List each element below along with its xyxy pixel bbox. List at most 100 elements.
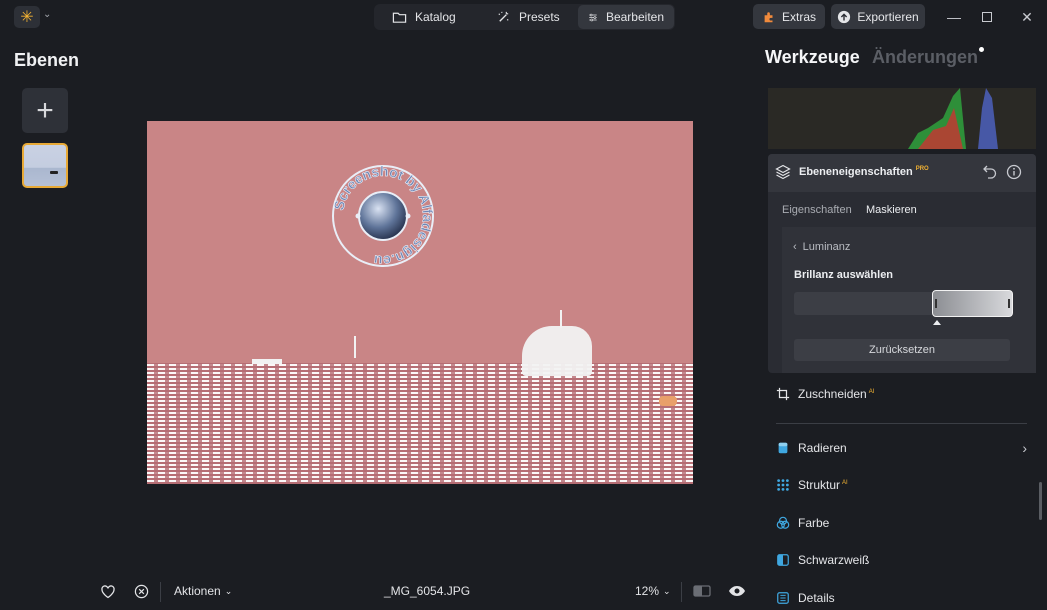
tool-zuschneiden[interactable]: Zuschneiden AI: [776, 384, 874, 404]
sun-logo-icon: ✳: [20, 9, 34, 26]
layer-properties-title-text: Ebeneneigenschaften: [799, 166, 913, 178]
boat-shape: [252, 359, 282, 364]
tool-farbe[interactable]: Farbe: [776, 513, 829, 533]
maximize-button[interactable]: [976, 6, 998, 28]
tool-label-text: Struktur: [798, 478, 841, 492]
export-button[interactable]: Exportieren: [831, 4, 925, 29]
heart-icon: [101, 585, 115, 599]
watermark-seal: Screenshot by Alfadesign.eu: [331, 164, 435, 268]
back-luminanz[interactable]: ‹ Luminanz: [793, 241, 850, 253]
app-menu-button[interactable]: ✳: [14, 6, 40, 28]
reject-circle-icon: [134, 584, 149, 599]
tool-label: Zuschneiden AI: [798, 387, 874, 401]
pro-badge: PRO: [915, 166, 929, 173]
reject-button[interactable]: [134, 584, 149, 599]
layer-properties-title: Ebeneneigenschaften PRO: [799, 166, 929, 178]
tool-label: Radieren: [798, 441, 847, 455]
histogram: [768, 88, 1036, 149]
chevron-right-icon: ›: [1022, 440, 1027, 456]
scrollbar[interactable]: [1039, 482, 1042, 520]
divider: [681, 582, 682, 602]
eye-icon: [729, 586, 745, 596]
tab-label: Bearbeiten: [605, 10, 664, 24]
ai-badge: AI: [868, 389, 875, 395]
actions-dropdown[interactable]: Aktionen ⌄: [174, 584, 232, 598]
black-white-icon: [777, 554, 789, 566]
tab-werkzeuge[interactable]: Werkzeuge: [765, 47, 860, 68]
color-circles-icon: [776, 516, 790, 529]
luminance-track[interactable]: [794, 292, 934, 315]
tool-label: Schwarzweiß: [798, 553, 870, 567]
zoom-value: 12%: [635, 584, 660, 598]
compare-button[interactable]: [693, 584, 711, 598]
layer-thumbnail[interactable]: [22, 143, 68, 188]
tab-bearbeiten[interactable]: Bearbeiten: [578, 5, 674, 29]
layers-icon: [775, 164, 791, 185]
filename: _MG_6054.JPG: [384, 584, 471, 598]
crop-icon: [776, 387, 790, 401]
info-button[interactable]: [1006, 164, 1022, 185]
tool-details[interactable]: Details: [776, 588, 835, 608]
chevron-down-icon: ⌄: [663, 585, 671, 596]
extras-button[interactable]: Extras: [753, 4, 825, 29]
puzzle-icon: [764, 11, 773, 22]
magic-wand-icon: [498, 11, 509, 22]
range-marker[interactable]: [933, 320, 941, 325]
image-canvas[interactable]: Screenshot by Alfadesign.eu: [147, 121, 693, 484]
changes-indicator: [979, 47, 984, 52]
extras-label: Extras: [781, 9, 816, 24]
subtab-maskieren[interactable]: Maskieren: [866, 204, 917, 216]
range-label: Brillanz auswählen: [794, 269, 894, 281]
tool-label: Details: [798, 591, 835, 605]
layers-title: Ebenen: [14, 50, 80, 70]
reset-button[interactable]: Zurücksetzen: [794, 339, 1010, 361]
mask-sea-texture: [147, 363, 693, 484]
boat-shape: [50, 171, 58, 174]
export-label: Exportieren: [857, 9, 919, 24]
minimize-button[interactable]: —: [943, 6, 965, 28]
tool-struktur[interactable]: Struktur AI: [776, 475, 848, 495]
tab-label: Katalog: [415, 10, 456, 24]
back-label: Luminanz: [802, 241, 851, 253]
ship-shape: [522, 326, 592, 376]
tool-schwarzweiss[interactable]: Schwarzweiß: [776, 550, 869, 570]
tab-label: Presets: [519, 10, 560, 24]
chevron-left-icon: ‹: [793, 241, 797, 253]
sliders-icon: [589, 13, 597, 21]
ship-mast: [560, 310, 562, 328]
chevron-down-icon: ⌄: [224, 585, 233, 596]
info-icon: [1006, 164, 1022, 180]
structure-icon: [777, 479, 789, 491]
buoy-shape: [659, 396, 677, 406]
close-icon: ✕: [1021, 8, 1033, 25]
close-button[interactable]: ✕: [1016, 6, 1038, 28]
range-handle-left[interactable]: [935, 299, 937, 308]
luminance-range-selector[interactable]: [932, 290, 1013, 317]
compare-icon: [693, 585, 711, 597]
undo-icon: [983, 165, 997, 179]
tool-radieren[interactable]: Radieren ›: [776, 438, 1027, 458]
favorite-button[interactable]: [100, 584, 116, 600]
tab-aenderungen[interactable]: Änderungen: [872, 47, 978, 68]
eraser-icon: [778, 442, 788, 454]
divider: [776, 423, 1027, 424]
divider: [160, 582, 161, 602]
chevron-down-icon[interactable]: ⌄: [43, 9, 51, 20]
add-layer-button[interactable]: +: [22, 88, 68, 133]
subtab-eigenschaften[interactable]: Eigenschaften: [782, 204, 852, 216]
tool-label: Struktur AI: [798, 478, 848, 492]
details-grid-icon: [777, 592, 789, 604]
tool-label-text: Zuschneiden: [798, 387, 867, 401]
minimize-icon: —: [947, 9, 961, 25]
range-handle-right[interactable]: [1008, 299, 1010, 308]
tool-label: Farbe: [798, 516, 830, 530]
tab-presets[interactable]: Presets: [486, 5, 570, 29]
actions-label: Aktionen: [174, 584, 221, 598]
zoom-dropdown[interactable]: 12% ⌄: [635, 584, 671, 598]
preview-button[interactable]: [728, 584, 746, 598]
folder-icon: [392, 12, 407, 23]
undo-button[interactable]: [982, 163, 998, 184]
upload-icon: [838, 10, 851, 23]
plus-icon: +: [36, 93, 54, 127]
tab-katalog[interactable]: Katalog: [382, 5, 466, 29]
